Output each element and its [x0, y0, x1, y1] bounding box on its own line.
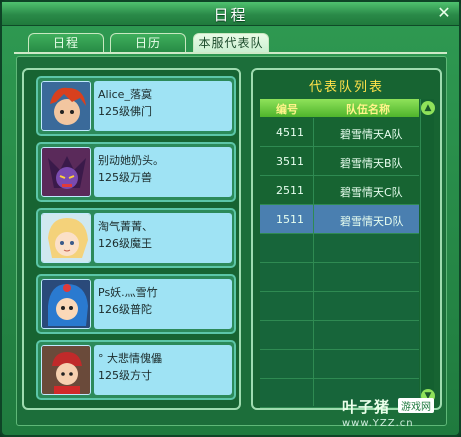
table-row-empty	[260, 292, 419, 321]
avatar-demon-warrior	[41, 147, 91, 197]
watermark-tag: 游戏网	[398, 398, 434, 413]
member-card[interactable]: Alice_落寞 125级佛门	[36, 76, 236, 136]
member-level: 125级佛门	[98, 105, 152, 118]
header-team-name: 队伍名称	[346, 103, 390, 116]
member-name: Alice_落寞	[98, 88, 152, 101]
watermark-url: www.YZZ.cn	[342, 418, 414, 429]
member-level: 126级魔王	[98, 237, 152, 250]
member-name: 淘气菁菁、	[98, 220, 153, 233]
schedule-window: 日程 ✕ 日程 日历 本服代表队 Alice_落寞 125级佛门 别动她奶头。 …	[0, 0, 461, 437]
tab-schedule[interactable]: 日程	[28, 33, 104, 53]
member-card[interactable]: 别动她奶头。 125级万兽	[36, 142, 236, 202]
team-id: 1511	[276, 213, 304, 226]
table-row-empty	[260, 321, 419, 350]
member-info: Alice_落寞 125级佛门	[94, 81, 232, 131]
team-list-title: 代表队列表	[308, 80, 384, 95]
avatar-blue-hair-girl	[41, 279, 91, 329]
member-info: 淘气菁菁、 126级魔王	[94, 213, 232, 263]
column-divider	[313, 118, 314, 406]
member-info: Ps妖.灬雪竹 126级普陀	[94, 279, 232, 329]
team-name: 碧雪情天B队	[340, 157, 403, 170]
table-row[interactable]: 2511 碧雪情天C队	[260, 176, 419, 205]
team-list-panel: 代表队列表 编号 队伍名称 4511 碧雪情天A队 3511 碧雪情天B队 25…	[251, 68, 442, 410]
table-row-empty	[260, 234, 419, 263]
table-row-selected[interactable]: 1511 碧雪情天D队	[260, 205, 419, 234]
table-row-empty	[260, 263, 419, 292]
member-info: ° 大悲情傀儡 125级方寸	[94, 345, 232, 395]
header-id: 编号	[276, 103, 298, 116]
scrollbar[interactable]: ▲ ▼	[420, 99, 435, 406]
avatar-red-cap-kid	[41, 345, 91, 395]
table-row[interactable]: 4511 碧雪情天A队	[260, 118, 419, 147]
window-title: 日程	[213, 6, 248, 24]
avatar-blonde-girl	[41, 213, 91, 263]
scroll-up-icon[interactable]: ▲	[421, 101, 435, 115]
member-level: 125级方寸	[98, 369, 152, 382]
team-name: 碧雪情天A队	[340, 128, 403, 141]
tab-divider	[14, 52, 447, 54]
member-name: ° 大悲情傀儡	[98, 352, 162, 365]
member-name: 别动她奶头。	[98, 154, 164, 167]
member-level: 125级万兽	[98, 171, 152, 184]
close-icon[interactable]: ✕	[435, 4, 453, 22]
team-id: 4511	[276, 126, 304, 139]
table-row-empty	[260, 350, 419, 379]
team-name: 碧雪情天D队	[340, 215, 404, 228]
team-id: 2511	[276, 184, 304, 197]
table-header: 编号 队伍名称	[260, 99, 419, 117]
table-row[interactable]: 3511 碧雪情天B队	[260, 147, 419, 176]
title-bar: 日程 ✕	[2, 2, 459, 26]
member-card[interactable]: Ps妖.灬雪竹 126级普陀	[36, 274, 236, 334]
team-id: 3511	[276, 155, 304, 168]
team-table-body: 4511 碧雪情天A队 3511 碧雪情天B队 2511 碧雪情天C队 1511…	[260, 118, 419, 408]
member-card[interactable]: ° 大悲情傀儡 125级方寸	[36, 340, 236, 400]
member-level: 126级普陀	[98, 303, 152, 316]
member-name: Ps妖.灬雪竹	[98, 286, 158, 299]
avatar-red-hair-boy	[41, 81, 91, 131]
member-panel: Alice_落寞 125级佛门 别动她奶头。 125级万兽 淘气菁菁、 126级…	[22, 68, 241, 410]
watermark-brand: 叶子猪	[342, 398, 391, 416]
tab-calendar[interactable]: 日历	[110, 33, 186, 53]
tab-server-team[interactable]: 本服代表队	[193, 33, 269, 53]
team-name: 碧雪情天C队	[340, 186, 403, 199]
watermark: 叶子猪 游戏网 www.YZZ.cn	[342, 396, 460, 436]
member-info: 别动她奶头。 125级万兽	[94, 147, 232, 197]
member-card[interactable]: 淘气菁菁、 126级魔王	[36, 208, 236, 268]
